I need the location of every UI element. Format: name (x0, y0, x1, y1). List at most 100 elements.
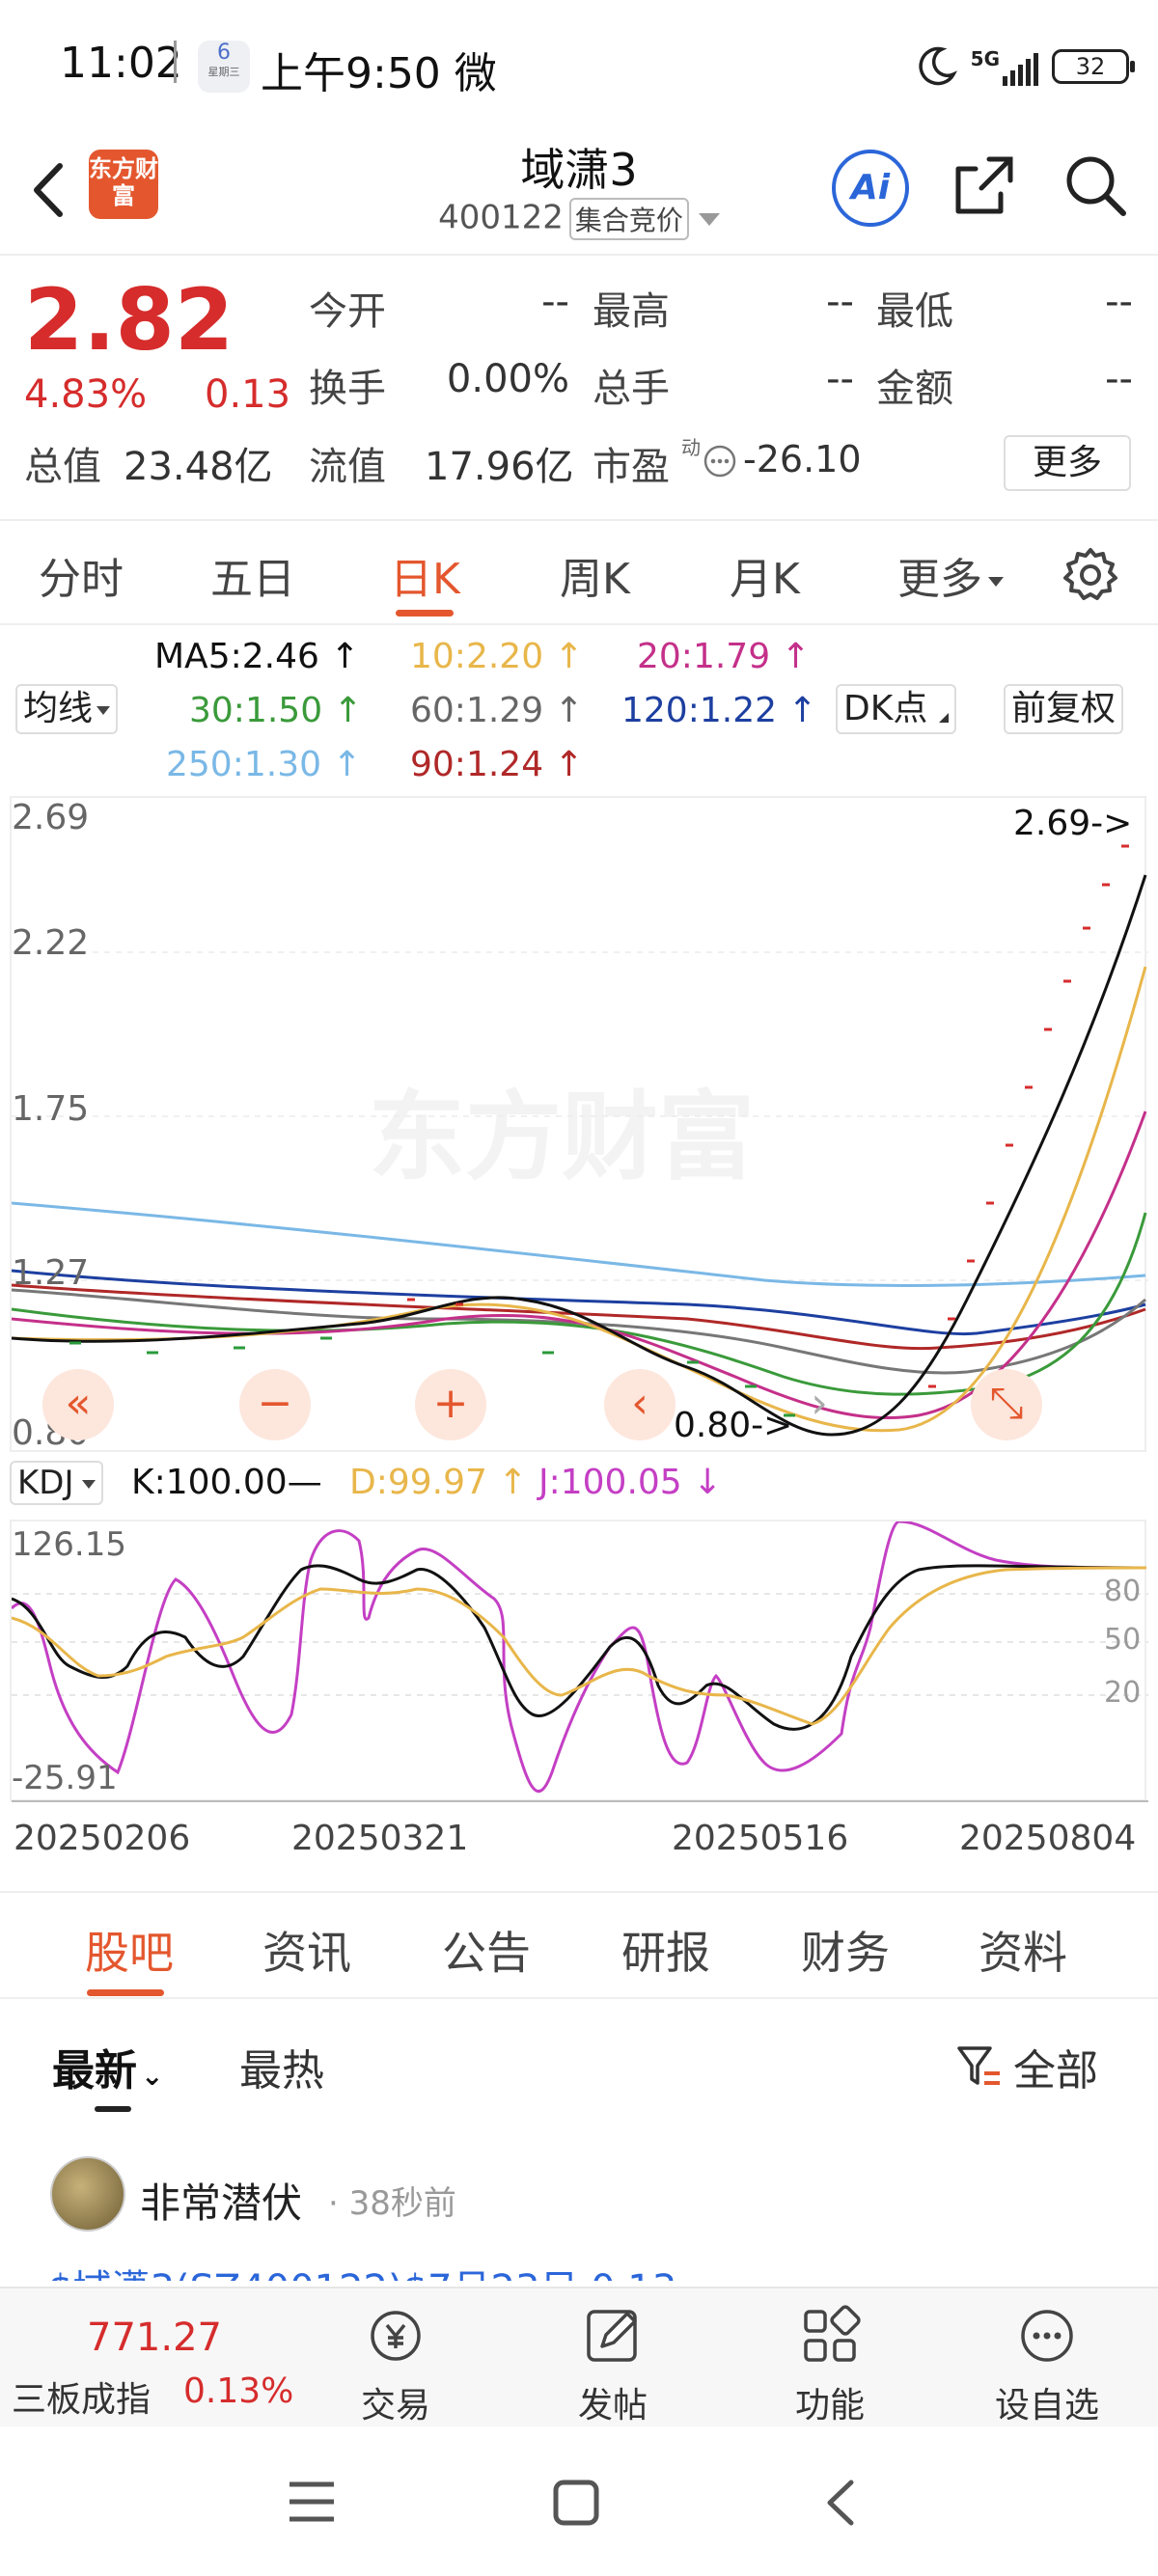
index-value[interactable]: 771.27 (87, 2316, 222, 2360)
open-label: 今开 (309, 289, 386, 334)
indicator-selector[interactable]: KDJ (10, 1461, 103, 1505)
date-label-1: 20250206 (14, 1819, 191, 1858)
fullscreen-icon[interactable]: ⤡ (971, 1369, 1042, 1440)
post-item[interactable]: 非常潜伏 · 38秒前 $域潇3(SZ400122)$7月23日 0.13 (0, 2132, 1158, 2287)
calendar-day: 6 (217, 41, 231, 65)
change-percent: 4.83% (24, 372, 148, 417)
functions-button[interactable]: 功能 (772, 2304, 888, 2427)
date-label-2: 20250321 (291, 1819, 469, 1858)
volume-value: -- (826, 357, 854, 401)
filter-button[interactable]: 全部 (955, 2036, 1098, 2097)
yen-cycle-icon (371, 2311, 421, 2361)
home-square-icon[interactable] (552, 2479, 600, 2527)
trade-button[interactable]: 交易 (338, 2304, 454, 2427)
kline-chart[interactable]: 东方财富 2.69 2.22 1.75 1.27 0.80 2.69-> 0.8… (10, 796, 1148, 1453)
sort-hottest[interactable]: 最热 (239, 2036, 324, 2097)
scroll-right-icon[interactable]: › (784, 1369, 855, 1440)
stock-header: 东方财富 域潇3 400122 集合竞价 Ai (0, 135, 1158, 256)
tab-weekly-k[interactable]: 周K (560, 544, 630, 606)
network-label: 5G (970, 47, 1000, 70)
sort-latest[interactable]: 最新 ⌄ (52, 2036, 163, 2097)
sort-indicator (95, 2106, 131, 2112)
open-value: -- (541, 280, 569, 324)
tab-profile[interactable]: 资料 (979, 1918, 1067, 1982)
kdj-y-bottom: -25.91 (12, 1759, 118, 1797)
tab-more-label: 更多 (897, 555, 982, 604)
kdj-canvas (12, 1521, 1148, 1802)
zoom-out-icon[interactable]: − (239, 1369, 311, 1440)
low-value: -- (1105, 280, 1133, 324)
tab-guba[interactable]: 股吧 (85, 1918, 174, 1982)
dk-point-button[interactable]: DK点 (836, 684, 956, 734)
more-dots-icon (1021, 2310, 1073, 2362)
kdj-grid (12, 1593, 1148, 1696)
kline-canvas (12, 844, 1148, 1437)
kdj-j-line (12, 1521, 1147, 1794)
ma5-line (12, 874, 1147, 1437)
avatar[interactable] (50, 2156, 125, 2232)
tab-monthly-k[interactable]: 月K (730, 544, 800, 606)
ma120-value: 120:1.22 ↑ (621, 691, 817, 730)
turnover-value: 0.00% (446, 357, 569, 401)
tab-news[interactable]: 资讯 (262, 1918, 351, 1982)
tab-five-day[interactable]: 五日 (210, 544, 295, 606)
chevron-down-icon (698, 212, 720, 226)
ma30-value: 30:1.50 ↑ (189, 691, 363, 730)
kdj-y-top: 126.15 (12, 1525, 126, 1564)
post-label: 发帖 (577, 2386, 648, 2425)
caret-down-icon (81, 1480, 96, 1489)
kline-grid (12, 951, 1148, 1281)
functions-label: 功能 (794, 2386, 865, 2425)
quote-panel: 2.82 4.83% 0.13 今开 -- 最高 -- 最低 -- 换手 0.0… (0, 259, 1158, 514)
ma-selector[interactable]: 均线 (15, 684, 119, 734)
info-dots-icon[interactable] (703, 444, 737, 479)
status-notification: 上午9:50 微 (261, 49, 524, 98)
menu-icon[interactable] (286, 2479, 338, 2525)
moving-average-legend: MA5:2.46 ↑ 10:2.20 ↑ 20:1.79 ↑ 均线 30:1.5… (0, 627, 1158, 791)
index-name[interactable]: 三板成指 (12, 2371, 151, 2422)
mktcap-value: 23.48亿 (124, 445, 273, 489)
ma250-line (12, 1201, 1146, 1287)
calendar-icon: 6 星期三 (198, 41, 250, 93)
gear-icon[interactable] (1062, 546, 1119, 604)
status-bar: 11:02 6 星期三 上午9:50 微 5G 32 (0, 0, 1158, 135)
y-label-3: 1.75 (12, 1089, 90, 1129)
ai-button[interactable]: Ai (832, 150, 909, 227)
more-quote-button[interactable]: 更多 (1004, 435, 1131, 491)
y-label-4: 1.27 (12, 1253, 90, 1293)
post-text[interactable]: $域潇3(SZ400122)$7月23日 0.13 (48, 2258, 1110, 2281)
date-label-3: 20250516 (672, 1819, 849, 1858)
zoom-in-icon[interactable]: + (415, 1369, 486, 1440)
tab-intraday[interactable]: 分时 (39, 544, 124, 606)
change-amount: 0.13 (205, 372, 291, 417)
turnover-label: 换手 (309, 367, 386, 411)
search-icon[interactable] (1062, 151, 1129, 219)
tab-research[interactable]: 研报 (621, 1918, 710, 1982)
tab-daily-k[interactable]: 日K (390, 544, 460, 606)
post-author[interactable]: 非常潜伏 (140, 2171, 302, 2230)
adjust-price-button[interactable]: 前复权 (1004, 684, 1124, 734)
tab-announcements[interactable]: 公告 (442, 1918, 531, 1982)
back-nav-icon[interactable] (820, 2477, 859, 2529)
content-tabs: 股吧 资讯 公告 研报 财务 资料 (0, 1891, 1158, 1999)
share-icon[interactable] (951, 151, 1018, 219)
float-label: 流值 (309, 445, 386, 489)
kdj-chart[interactable]: 126.15 -25.91 80 50 20 (10, 1520, 1148, 1802)
trade-label: 交易 (360, 2386, 430, 2425)
ma10-value: 10:2.20 ↑ (410, 637, 584, 676)
add-watchlist-button[interactable]: 设自选 (989, 2304, 1105, 2427)
scroll-left-icon[interactable]: ‹ (604, 1369, 676, 1440)
pe-value: -26.10 (743, 438, 862, 480)
scroll-left-fast-icon[interactable]: « (42, 1369, 114, 1440)
pe-label: 市盈 (593, 445, 670, 489)
min-price-marker: 0.80-> (674, 1406, 793, 1445)
battery-icon: 32 (1052, 49, 1135, 84)
period-tabs: 分时 五日 日K 周K 月K 更多 (0, 519, 1158, 625)
dk-point-label: DK点 (843, 689, 928, 728)
grid-icon (804, 2305, 861, 2362)
tab-more[interactable]: 更多 (897, 544, 1004, 606)
kdj-level-50: 50 (1104, 1623, 1142, 1657)
tab-finance[interactable]: 财务 (801, 1918, 890, 1982)
kdj-j-value: J:100.05 ↓ (538, 1463, 723, 1502)
post-button[interactable]: 发帖 (555, 2304, 671, 2427)
